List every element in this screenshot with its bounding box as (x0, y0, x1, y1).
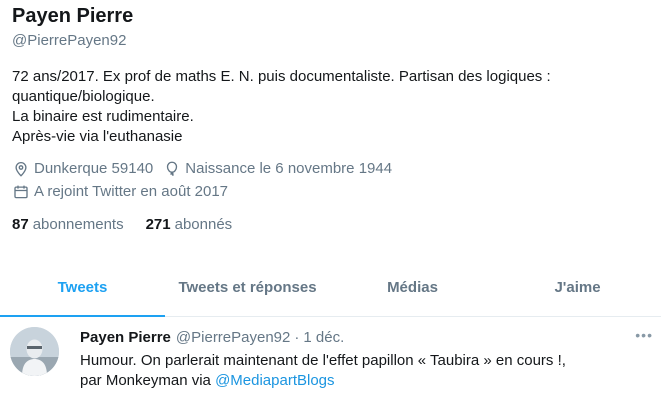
profile-bio: 72 ans/2017. Ex prof de maths E. N. puis… (12, 67, 652, 147)
tab-likes[interactable]: J'aime (495, 266, 660, 316)
tab-tweets[interactable]: Tweets (0, 266, 165, 317)
tweet-text-prefix: par Monkeyman via (80, 372, 216, 389)
bio-line: Après-vie via l'euthanasie (12, 128, 183, 145)
more-options-icon[interactable]: ••• (635, 327, 653, 343)
following-number: 87 (12, 216, 29, 233)
tweet-separator: · (294, 329, 300, 346)
tweet-author-name[interactable]: Payen Pierre (80, 328, 171, 348)
tweet-text-line: par Monkeyman via @MediapartBlogs (80, 371, 650, 391)
avatar[interactable] (10, 327, 59, 376)
tweet-text: Humour. On parlerait maintenant de l'eff… (80, 351, 650, 391)
tweet-header: Payen Pierre @PierrePayen92 · 1 déc. (80, 328, 650, 348)
followers-label: abonnés (174, 216, 233, 233)
tweet-time[interactable]: 1 déc. (303, 328, 344, 348)
tweet-mention-link[interactable]: @MediapartBlogs (215, 372, 334, 389)
following-label: abonnements (32, 216, 124, 233)
balloon-icon (163, 160, 181, 178)
profile-header: Payen Pierre @PierrePayen92 72 ans/2017.… (12, 4, 652, 235)
following-count[interactable]: 87 abonnements (12, 215, 124, 235)
bio-line: quantique/biologique. (12, 88, 155, 105)
joined-text: A rejoint Twitter en août 2017 (34, 183, 229, 200)
bio-line: 72 ans/2017. Ex prof de maths E. N. puis… (12, 68, 551, 85)
tweet-body: Payen Pierre @PierrePayen92 · 1 déc. Hum… (80, 328, 650, 391)
tab-tweets-and-replies[interactable]: Tweets et réponses (165, 266, 330, 316)
profile-joined: A rejoint Twitter en août 2017 (12, 182, 228, 202)
tweet-author-handle[interactable]: @PierrePayen92 (176, 328, 290, 348)
profile-tabs: Tweets Tweets et réponses Médias J'aime (0, 266, 661, 317)
calendar-icon (12, 183, 30, 201)
profile-counts: 87 abonnements 271 abonnés (12, 215, 652, 235)
birth-text: Naissance le 6 novembre 1944 (185, 160, 393, 177)
profile-meta-row: Dunkerque 59140 Naissance le 6 novembre … (12, 159, 652, 179)
bio-line: La binaire est rudimentaire. (12, 108, 194, 125)
location-pin-icon (12, 160, 30, 178)
profile-handle[interactable]: @PierrePayen92 (12, 31, 652, 51)
followers-count[interactable]: 271 abonnés (146, 215, 233, 235)
profile-birth: Naissance le 6 novembre 1944 (163, 159, 392, 179)
tweet-text-line: Humour. On parlerait maintenant de l'eff… (80, 352, 566, 369)
profile-joined-row: A rejoint Twitter en août 2017 (12, 182, 652, 202)
profile-name: Payen Pierre (12, 5, 134, 27)
followers-number: 271 (145, 216, 171, 233)
profile-location: Dunkerque 59140 (12, 159, 153, 179)
location-text: Dunkerque 59140 (34, 160, 154, 177)
tab-media[interactable]: Médias (330, 266, 495, 316)
tweet[interactable]: Payen Pierre @PierrePayen92 · 1 déc. Hum… (0, 317, 661, 408)
